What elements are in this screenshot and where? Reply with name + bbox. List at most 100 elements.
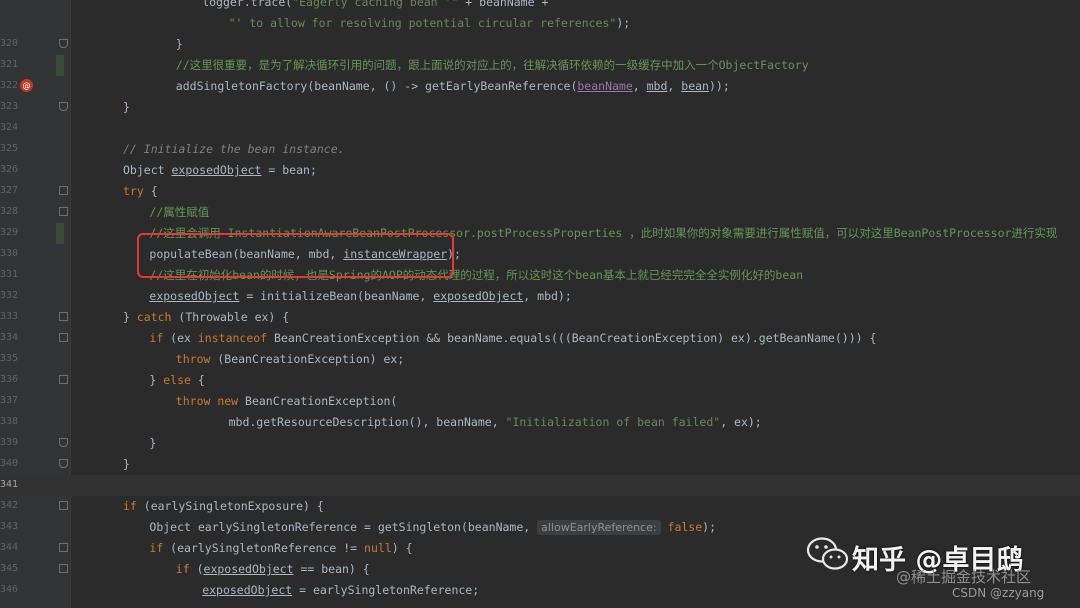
- code-text: } else {: [149, 372, 204, 389]
- code-token: addSingletonFactory(beanName, () -> getE…: [175, 79, 578, 93]
- code-token: }: [175, 37, 183, 51]
- code-line[interactable]: 341: [0, 475, 1080, 496]
- code-token: try: [123, 184, 144, 198]
- watermark-site-text: @稀土掘金技术社区: [896, 568, 1032, 586]
- code-token: ) {: [391, 541, 413, 555]
- code-token: {: [143, 184, 158, 198]
- line-number: 342: [0, 500, 19, 511]
- code-text: //这里很重要，是为了解决循环引用的问题，跟上面说的对应上的，往解决循环依赖的一…: [176, 57, 809, 74]
- change-marker: [56, 223, 64, 244]
- code-line[interactable]: 340}: [0, 454, 1080, 475]
- fold-icon[interactable]: [59, 543, 68, 552]
- line-number: 335: [0, 353, 19, 364]
- fold-icon[interactable]: [59, 375, 68, 384]
- code-line[interactable]: 342 if (earlySingletonExposure) {: [0, 496, 1080, 517]
- code-line[interactable]: 325 // Initialize the bean instance.: [0, 139, 1080, 160]
- line-number: 339: [0, 437, 19, 448]
- wechat-logo-icon: [806, 537, 849, 570]
- code-line[interactable]: 327 try {: [0, 181, 1080, 202]
- code-token: ));: [708, 79, 730, 93]
- code-token: }: [123, 100, 130, 114]
- fold-icon[interactable]: [59, 438, 68, 447]
- code-line[interactable]: 333} catch (Throwable ex) {: [0, 307, 1080, 328]
- fold-icon[interactable]: [59, 501, 68, 510]
- code-line[interactable]: 338 mbd.getResourceDescription(), beanNam…: [0, 412, 1080, 433]
- line-number: 343: [0, 521, 19, 532]
- code-token: ,: [632, 79, 647, 93]
- code-token: , ex);: [720, 415, 762, 429]
- code-token: //属性赋值: [149, 205, 210, 219]
- fold-icon[interactable]: [59, 312, 68, 321]
- line-number: 337: [0, 395, 19, 406]
- watermark-csdn-text: CSDN @zzyang: [952, 586, 1045, 600]
- line-number: 328: [0, 206, 19, 217]
- code-text: "' to allow for resolving potential circ…: [229, 15, 631, 32]
- line-number: 336: [0, 374, 19, 385]
- code-token: false: [667, 520, 703, 534]
- code-token: exposedObject: [202, 583, 293, 597]
- code-token: + beanName +: [458, 0, 549, 9]
- code-text: Object earlySingletonReference = getSing…: [149, 519, 716, 536]
- code-token: );: [702, 520, 717, 534]
- line-number: 329: [0, 227, 19, 238]
- code-text: if (earlySingletonExposure) {: [123, 498, 324, 515]
- code-line[interactable]: 328 //属性赋值: [0, 202, 1080, 223]
- code-token: exposedObject: [149, 289, 240, 303]
- code-line[interactable]: 337 throw new BeanCreationException(: [0, 391, 1080, 412]
- code-token: (earlySingletonReference !=: [163, 541, 365, 555]
- code-token: // Initialize the bean instance.: [123, 142, 345, 156]
- code-token: catch: [136, 310, 172, 324]
- code-line[interactable]: 343 Object earlySingletonReference = getS…: [0, 517, 1080, 538]
- code-text: }: [149, 435, 156, 452]
- code-text: if (ex instanceof BeanCreationException …: [149, 330, 876, 347]
- code-token: , mbd);: [523, 289, 572, 303]
- code-line[interactable]: 339}: [0, 433, 1080, 454]
- code-text: //属性赋值: [149, 204, 209, 221]
- code-token: (BeanCreationException) ex;: [210, 352, 405, 366]
- code-text: }: [123, 456, 130, 473]
- line-number: 327: [0, 185, 19, 196]
- code-line[interactable]: "' to allow for resolving potential circ…: [0, 13, 1080, 34]
- code-editor[interactable]: logger.trace("Eagerly caching bean '" + …: [0, 0, 1080, 608]
- code-line[interactable]: 336 } else {: [0, 370, 1080, 391]
- code-token: = bean;: [261, 163, 317, 177]
- code-text: }: [123, 99, 130, 116]
- breakpoint-icon[interactable]: @: [20, 79, 33, 92]
- code-token: "Eagerly caching bean '": [292, 0, 459, 9]
- fold-icon[interactable]: [59, 186, 68, 195]
- line-number: 324: [0, 122, 19, 133]
- fold-icon[interactable]: [59, 207, 68, 216]
- line-number: 332: [0, 290, 19, 301]
- fold-icon[interactable]: [59, 102, 68, 111]
- code-line[interactable]: 323}: [0, 97, 1080, 118]
- code-line[interactable]: 334 if (ex instanceof BeanCreationExcepti…: [0, 328, 1080, 349]
- code-line[interactable]: 326 Object exposedObject = bean;: [0, 160, 1080, 181]
- code-token: = initializeBean(beanName,: [239, 289, 434, 303]
- line-number: 340: [0, 458, 19, 469]
- code-token: if: [123, 499, 137, 513]
- code-token: logger.trace(: [202, 0, 293, 9]
- line-number: 345: [0, 563, 19, 574]
- code-text: Object exposedObject = bean;: [123, 162, 317, 179]
- code-token: if: [175, 562, 190, 576]
- line-number: 321: [0, 59, 19, 70]
- code-line[interactable]: 321 //这里很重要，是为了解决循环引用的问题，跟上面说的对应上的，往解决循环依…: [0, 55, 1080, 76]
- code-line[interactable]: logger.trace("Eagerly caching bean '" + …: [0, 0, 1080, 13]
- fold-icon[interactable]: [59, 333, 68, 342]
- code-text: logger.trace("Eagerly caching bean '" + …: [202, 0, 548, 11]
- line-number: 320: [0, 38, 19, 49]
- code-token: exposedObject: [203, 562, 294, 576]
- code-line[interactable]: 332 exposedObject = initializeBean(beanNa…: [0, 286, 1080, 307]
- code-line[interactable]: 335 throw (BeanCreationException) ex;: [0, 349, 1080, 370]
- fold-icon[interactable]: [59, 564, 68, 573]
- code-token: BeanCreationException && beanName.equals…: [267, 331, 877, 345]
- code-line[interactable]: 322 @ addSingletonFactory(beanName, () -> …: [0, 76, 1080, 97]
- line-number: 338: [0, 416, 19, 427]
- parameter-hint: allowEarlyReference:: [537, 520, 661, 535]
- code-line[interactable]: 324: [0, 118, 1080, 139]
- fold-icon[interactable]: [59, 459, 68, 468]
- highlight-box: [137, 233, 454, 278]
- code-line[interactable]: 320}: [0, 34, 1080, 55]
- fold-icon[interactable]: [59, 39, 68, 48]
- code-token: //这里很重要，是为了解决循环引用的问题，跟上面说的对应上的，往解决循环依赖的一…: [175, 58, 809, 72]
